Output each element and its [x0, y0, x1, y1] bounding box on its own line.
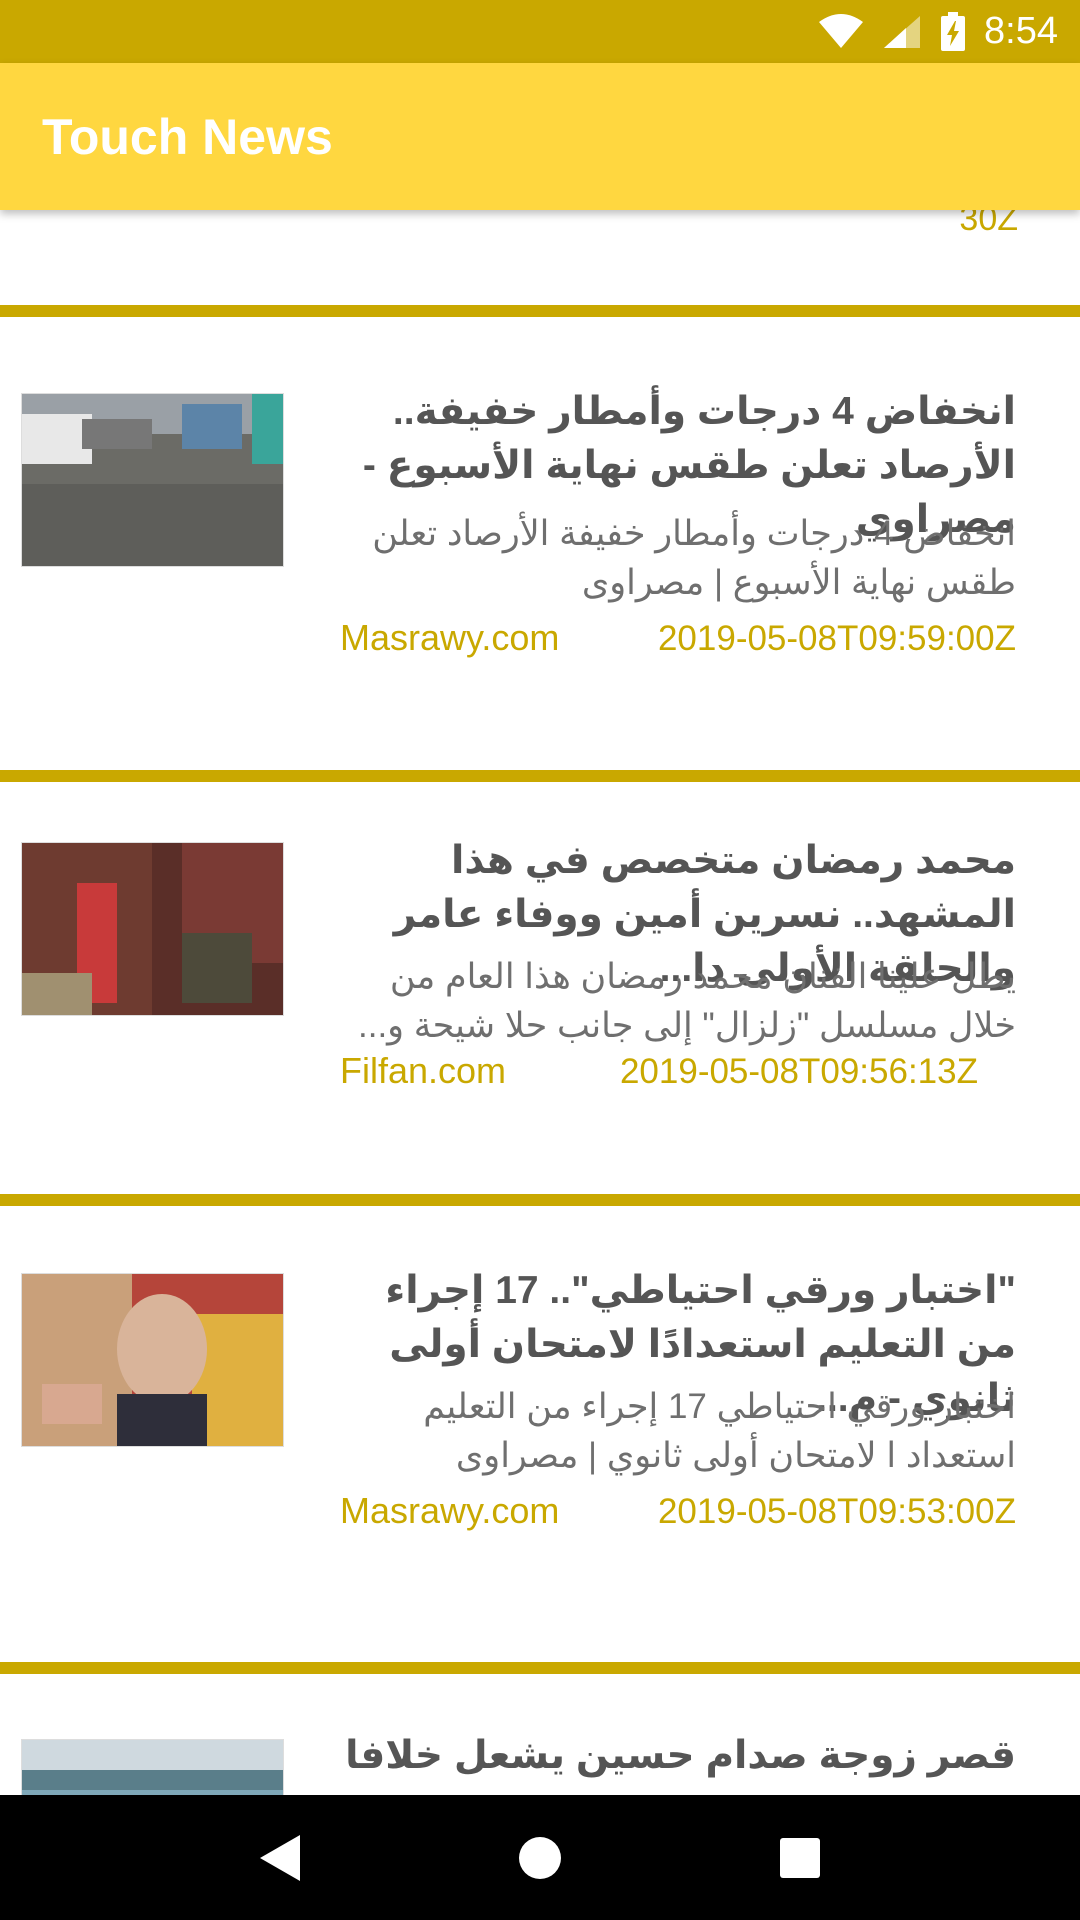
article-headline[interactable]: قصر زوجة صدام حسين يشعل خلافا — [330, 1729, 1016, 1783]
app-title: Touch News — [42, 108, 333, 165]
article-date: 2019-05-08T09:59:00Z — [657, 619, 1016, 658]
article-thumbnail[interactable] — [21, 1273, 284, 1447]
divider — [0, 770, 1080, 782]
article-date-partial: 30Z — [959, 210, 1018, 238]
divider — [0, 1194, 1080, 1206]
divider — [0, 305, 1080, 317]
article-summary: اختبار ورقي احتياطي 17 إجراء من التعليم … — [423, 1387, 1016, 1475]
recents-icon — [780, 1837, 820, 1878]
article-date: 2019-05-08T09:53:00Z — [657, 1492, 1016, 1531]
back-button[interactable] — [230, 1808, 330, 1908]
news-card[interactable]: قصر زوجة صدام حسين يشعل خلافا — [0, 1674, 1080, 1795]
article-thumbnail[interactable] — [21, 1739, 284, 1795]
divider — [0, 1662, 1080, 1674]
battery-charging-icon — [941, 11, 966, 51]
article-thumbnail[interactable] — [21, 393, 284, 567]
article-thumbnail[interactable] — [21, 842, 284, 1016]
news-card[interactable]: محمد رمضان متخصص في هذا المشهد.. نسرين أ… — [0, 782, 1080, 1184]
news-card[interactable]: "اختبار ورقي احتياطي".. 17 إجراء من التع… — [0, 1206, 1080, 1570]
article-summary: يطل علينا الفنان محمد رمضان هذا العام من… — [358, 957, 1016, 1045]
recents-button[interactable] — [750, 1808, 850, 1908]
wifi-icon — [819, 13, 864, 48]
back-icon — [260, 1834, 300, 1881]
news-feed[interactable]: 30Z انخفاض 4 درجات وأمطار خفيفة.. الأرصا… — [0, 210, 1080, 1795]
article-date: 2019-05-08T09:56:13Z — [619, 1052, 978, 1091]
home-button[interactable] — [490, 1808, 590, 1908]
app-bar: Touch News — [0, 63, 1080, 210]
status-bar: 8:54 — [0, 0, 1080, 63]
article-source[interactable]: Filfan.com — [340, 1050, 506, 1092]
article-summary: انخفاض 4 درجات وأمطار خفيفة الأرصاد تعلن… — [372, 514, 1016, 602]
screen: 8:54 Touch News 30Z انخفاض 4 درجات وأمطا… — [0, 0, 1080, 1920]
signal-icon — [884, 15, 921, 48]
status-time: 8:54 — [984, 10, 1058, 52]
news-card[interactable]: انخفاض 4 درجات وأمطار خفيفة.. الأرصاد تع… — [0, 317, 1080, 675]
navigation-bar — [0, 1795, 1080, 1920]
article-source[interactable]: Masrawy.com — [340, 1490, 559, 1532]
article-source[interactable]: Masrawy.com — [340, 617, 559, 659]
home-icon — [519, 1836, 561, 1879]
